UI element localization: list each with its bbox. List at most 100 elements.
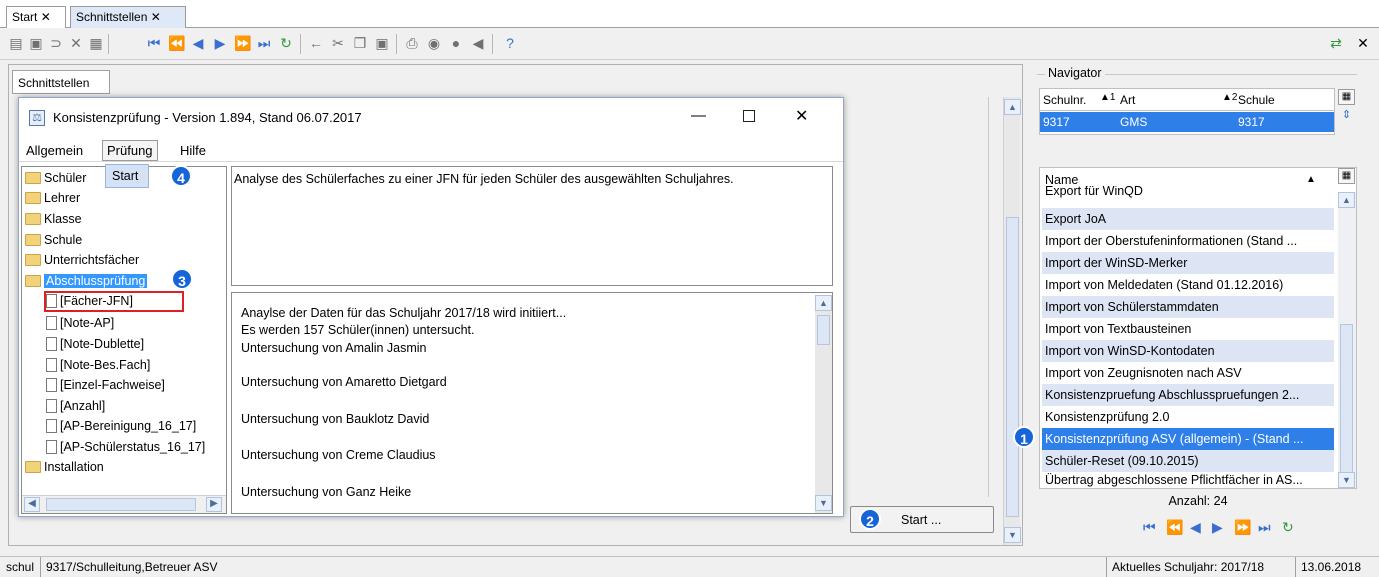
scroll-arrows-icon[interactable]: ⇕	[1338, 108, 1355, 130]
scroll-thumb[interactable]	[46, 498, 196, 511]
column-chooser-icon[interactable]: ▦	[1338, 168, 1355, 184]
new-icon[interactable]: ▤	[8, 35, 24, 51]
last-icon[interactable]: ⏭	[1258, 519, 1271, 536]
column-chooser-icon[interactable]: ▦	[1338, 89, 1355, 105]
tab-start[interactable]: Start ✕	[6, 6, 66, 28]
send-icon[interactable]: ◀	[470, 35, 486, 51]
list-item-selected[interactable]: Konsistenzprüfung ASV (allgemein) - (Sta…	[1042, 428, 1334, 450]
prev-icon[interactable]: ◀	[1190, 519, 1201, 536]
scroll-up-icon[interactable]: ▲	[815, 295, 832, 311]
tree-item-abschlusspruefung[interactable]: Abschlussprüfung	[25, 271, 148, 291]
list-item[interactable]: Export für WinQD	[1042, 186, 1334, 198]
tree-item-anzahl[interactable]: [Anzahl]	[46, 396, 105, 416]
prev-page-icon[interactable]: ⏪	[168, 35, 185, 51]
tree-item-note-dublette[interactable]: [Note-Dublette]	[46, 334, 144, 354]
tree-item-unterrichtsfaecher[interactable]: Unterrichtsfächer	[25, 250, 139, 270]
next-page-icon[interactable]: ⏩	[1234, 519, 1251, 536]
scroll-thumb[interactable]	[817, 315, 830, 345]
minimize-icon[interactable]: —	[691, 107, 706, 124]
tree-item-installation[interactable]: Installation	[25, 457, 104, 477]
main-scrollbar[interactable]: ▲ ▼	[1003, 97, 1021, 545]
list-item[interactable]: Konsistenzprüfung 2.0	[1042, 406, 1334, 428]
start-button[interactable]: 2 Start ...	[850, 506, 994, 533]
list-item[interactable]: Import von Meldedaten (Stand 01.12.2016)	[1042, 274, 1334, 296]
tree-item-einzel-fachweise[interactable]: [Einzel-Fachweise]	[46, 375, 165, 395]
description-box: Analyse des Schülerfaches zu einer JFN f…	[231, 166, 833, 286]
preview-icon[interactable]: ◉	[426, 35, 442, 51]
scroll-down-icon[interactable]: ▼	[815, 495, 832, 511]
tree-item-ap-bereinigung[interactable]: [AP-Bereinigung_16_17]	[46, 416, 196, 436]
tree-item-note-ap[interactable]: [Note-AP]	[46, 313, 114, 333]
document-icon	[46, 440, 57, 454]
log-scrollbar[interactable]: ▲ ▼	[815, 295, 832, 513]
menu-pruefung[interactable]: Prüfung	[102, 140, 158, 161]
list-item[interactable]: Import von WinSD-Kontodaten	[1042, 340, 1334, 362]
tree-label: [Note-AP]	[60, 316, 115, 330]
tree-item-schueler[interactable]: Schüler	[25, 168, 86, 188]
next-icon[interactable]: ▶	[1212, 519, 1223, 536]
list-item[interactable]: Import von Textbausteinen	[1042, 318, 1334, 340]
delete-icon[interactable]: ✕	[68, 35, 84, 51]
scroll-thumb[interactable]	[1340, 324, 1353, 474]
tree-item-ap-schuelerstatus[interactable]: [AP-Schülerstatus_16_17]	[46, 437, 205, 457]
scroll-left-icon[interactable]: ◀	[24, 497, 40, 512]
scroll-down-icon[interactable]: ▼	[1338, 472, 1355, 488]
sort-order: 2	[1231, 92, 1238, 103]
list-item[interactable]: Import von Zeugnisnoten nach ASV	[1042, 362, 1334, 384]
menu-hilfe[interactable]: Hilfe	[177, 142, 209, 159]
first-icon[interactable]: ⏮	[146, 35, 162, 51]
undo-icon[interactable]: ⊃	[48, 35, 64, 51]
grid-row-selected[interactable]: 9317 GMS 9317	[1040, 112, 1334, 132]
close-icon[interactable]: ✕	[41, 10, 51, 24]
list-scrollbar[interactable]: ▲ ▼	[1338, 192, 1356, 488]
next-page-icon[interactable]: ⏩	[234, 35, 251, 51]
save-icon[interactable]: ▣	[28, 35, 44, 51]
copy-icon[interactable]: ❐	[352, 35, 368, 51]
list-item[interactable]: Import der Oberstufeninformationen (Stan…	[1042, 230, 1334, 252]
refresh-icon[interactable]: ↻	[1282, 519, 1294, 536]
tree-hscrollbar[interactable]: ◀ ▶	[22, 495, 226, 513]
pin-icon[interactable]: ●	[448, 35, 464, 51]
export-icon[interactable]: ⇄	[1328, 35, 1344, 51]
scroll-right-icon[interactable]: ▶	[206, 497, 222, 512]
col-schulnr[interactable]: Schulnr.	[1043, 93, 1086, 107]
tab-schnittstellen-sub[interactable]: Schnittstellen	[12, 70, 110, 94]
list-icon[interactable]: ▦	[88, 35, 104, 51]
print-icon[interactable]: ⎙	[404, 35, 420, 51]
help-icon[interactable]: ?	[502, 35, 518, 51]
tree-item-faecher-jfn[interactable]: [Fächer-JFN]	[44, 291, 184, 312]
tree-item-klasse[interactable]: Klasse	[25, 209, 82, 229]
back-arrow-icon[interactable]: ←	[308, 35, 324, 51]
list-item[interactable]: Schüler-Reset (09.10.2015)	[1042, 450, 1334, 472]
tree-item-lehrer[interactable]: Lehrer	[25, 188, 80, 208]
close-icon[interactable]: ✕	[151, 10, 161, 24]
paste-icon[interactable]: ▣	[374, 35, 390, 51]
cut-icon[interactable]: ✂	[330, 35, 346, 51]
tree-item-schule[interactable]: Schule	[25, 230, 82, 250]
list-item[interactable]: Export JoA	[1042, 208, 1334, 230]
prev-page-icon[interactable]: ⏪	[1166, 519, 1183, 536]
last-icon[interactable]: ⏭	[256, 35, 272, 51]
tree-item-note-bes-fach[interactable]: [Note-Bes.Fach]	[46, 355, 150, 375]
list-item[interactable]: Import von Schülerstammdaten	[1042, 296, 1334, 318]
close-icon[interactable]: ✕	[795, 106, 808, 126]
scroll-up-icon[interactable]: ▲	[1004, 99, 1021, 115]
scroll-down-icon[interactable]: ▼	[1004, 527, 1021, 543]
list-item[interactable]: Konsistenzpruefung Abschlusspruefungen 2…	[1042, 384, 1334, 406]
close-icon[interactable]: ✕	[1355, 35, 1371, 51]
dropdown-item-start[interactable]: Start	[105, 164, 149, 188]
scroll-up-icon[interactable]: ▲	[1338, 192, 1355, 208]
menu-allgemein[interactable]: Allgemein	[23, 142, 86, 159]
maximize-icon[interactable]	[743, 110, 755, 122]
folder-icon	[25, 172, 41, 184]
tab-schnittstellen[interactable]: Schnittstellen ✕	[70, 6, 186, 28]
prev-icon[interactable]: ◀	[190, 35, 206, 51]
list-item[interactable]: Übertrag abgeschlossene Pflichtfächer in…	[1042, 472, 1334, 489]
col-art[interactable]: Art	[1120, 93, 1135, 107]
scroll-thumb[interactable]	[1006, 217, 1019, 517]
first-icon[interactable]: ⏮	[1143, 519, 1156, 536]
list-item[interactable]: Import der WinSD-Merker	[1042, 252, 1334, 274]
refresh-icon[interactable]: ↻	[278, 35, 294, 51]
next-icon[interactable]: ▶	[212, 35, 228, 51]
col-schule[interactable]: Schule	[1238, 93, 1275, 107]
